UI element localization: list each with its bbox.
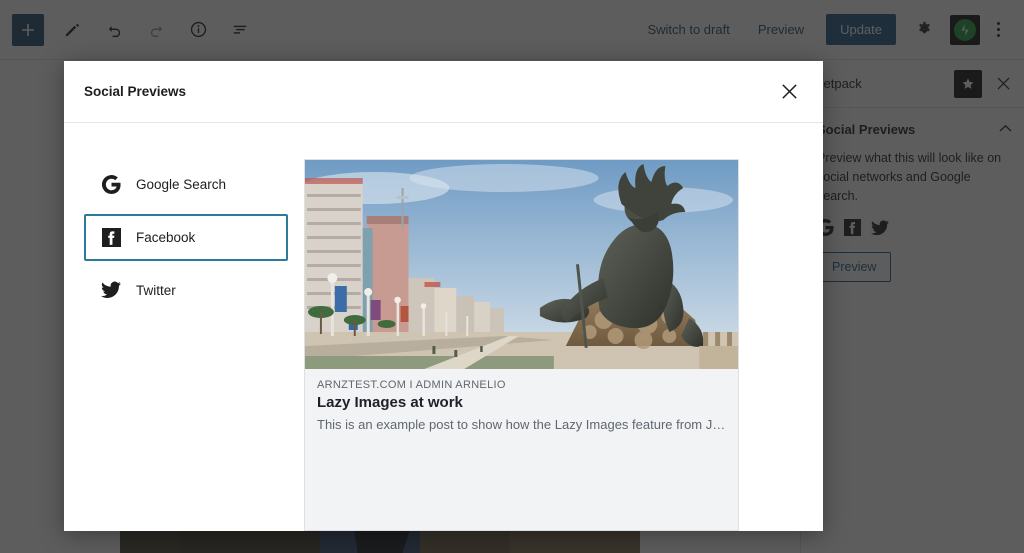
nav-item-label: Twitter (136, 283, 176, 298)
nav-item-twitter[interactable]: Twitter (84, 267, 288, 313)
nav-item-label: Google Search (136, 177, 226, 192)
social-previews-modal: Social Previews Google Search (64, 61, 823, 531)
nav-item-google-search[interactable]: Google Search (84, 161, 288, 208)
modal-header: Social Previews (64, 61, 823, 123)
google-icon (100, 175, 122, 194)
nav-item-label: Facebook (136, 230, 195, 245)
nav-item-facebook[interactable]: Facebook (84, 214, 288, 261)
preview-card-text: ARNZTEST.COM I ADMIN ARNELIO Lazy Images… (305, 369, 738, 445)
twitter-icon (100, 281, 122, 299)
preview-image (305, 160, 738, 369)
preview-pane: ARNZTEST.COM I ADMIN ARNELIO Lazy Images… (304, 145, 823, 531)
modal-title: Social Previews (84, 84, 186, 99)
preview-card-title: Lazy Images at work (317, 394, 726, 413)
preview-card-description: This is an example post to show how the … (317, 416, 726, 434)
facebook-preview-card: ARNZTEST.COM I ADMIN ARNELIO Lazy Images… (304, 159, 739, 531)
facebook-icon (100, 228, 122, 247)
close-icon[interactable] (769, 72, 809, 112)
preview-card-domain: ARNZTEST.COM I ADMIN ARNELIO (317, 379, 726, 391)
preview-type-nav: Google Search Facebook Twitter (64, 145, 304, 531)
modal-body: Google Search Facebook Twitter (64, 123, 823, 531)
